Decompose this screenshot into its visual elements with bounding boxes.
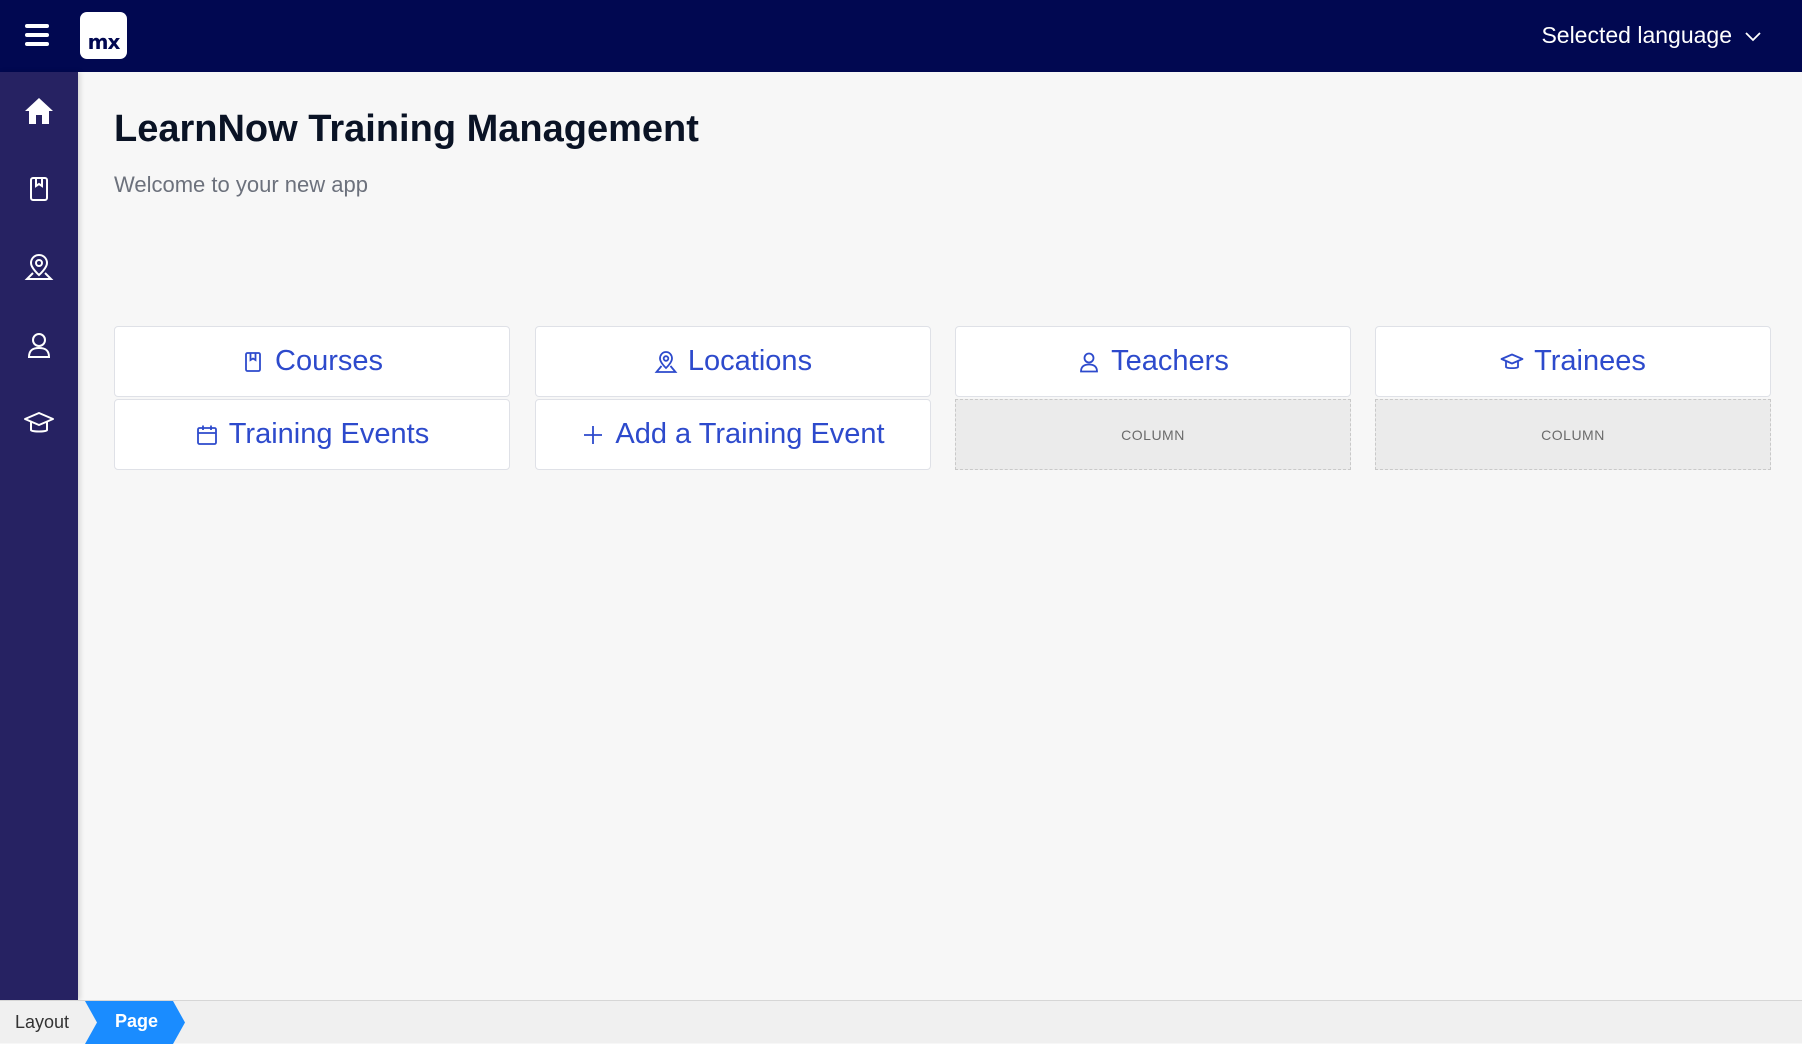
add-training-event-button[interactable]: Add a Training Event (535, 399, 931, 470)
courses-label: Courses (275, 345, 383, 377)
trainees-button[interactable]: Trainees (1375, 326, 1771, 397)
breadcrumb-layout[interactable]: Layout (0, 1001, 95, 1044)
breadcrumb-layout-label: Layout (15, 1012, 70, 1032)
plus-icon (584, 425, 603, 444)
teachers-label: Teachers (1111, 345, 1229, 377)
column-placeholder: COLUMN (1375, 399, 1771, 470)
book-icon (30, 177, 48, 201)
top-bar: mx Selected language (0, 0, 1802, 72)
sidebar-item-courses[interactable] (0, 150, 78, 228)
locations-button[interactable]: Locations (535, 326, 931, 397)
main-content: LearnNow Training Management Welcome to … (78, 72, 1802, 1000)
locations-label: Locations (687, 345, 813, 377)
hamburger-icon[interactable] (25, 24, 55, 48)
map-pin-icon (24, 253, 54, 280)
column-placeholder-label: COLUMN (1121, 426, 1185, 443)
language-selector[interactable]: Selected language (1541, 22, 1762, 49)
column-placeholder-label: COLUMN (1541, 426, 1605, 443)
chevron-down-icon (1745, 31, 1761, 41)
status-bar: Layout Page (0, 1000, 1802, 1044)
teachers-button[interactable]: Teachers (955, 326, 1351, 397)
column-placeholder: COLUMN (955, 399, 1351, 470)
sidebar-item-home[interactable] (0, 72, 78, 150)
calendar-icon (196, 425, 217, 445)
language-label: Selected language (1541, 22, 1732, 48)
page-subtitle: Welcome to your new app (114, 172, 368, 197)
training-events-label: Training Events (228, 418, 430, 450)
graduation-cap-icon (24, 412, 54, 433)
add-training-event-label: Add a Training Event (615, 418, 885, 450)
map-pin-icon (654, 350, 678, 373)
user-icon (1080, 352, 1099, 372)
training-events-button[interactable]: Training Events (114, 399, 510, 470)
graduation-cap-icon (1500, 353, 1524, 369)
book-icon (245, 351, 261, 372)
breadcrumb-page-label: Page (115, 1011, 159, 1031)
breadcrumb-page[interactable]: Page (85, 1001, 185, 1044)
sidebar-item-teachers[interactable] (0, 306, 78, 384)
sidebar-item-trainees[interactable] (0, 384, 78, 462)
app-logo[interactable]: mx (80, 12, 127, 59)
trainees-label: Trainees (1534, 345, 1646, 377)
home-icon (25, 98, 53, 124)
user-icon (27, 333, 51, 358)
page-title: LearnNow Training Management (114, 108, 699, 150)
sidebar-item-locations[interactable] (0, 228, 78, 306)
sidebar (0, 72, 78, 1000)
courses-button[interactable]: Courses (114, 326, 510, 397)
logo-text: mx (87, 30, 121, 54)
